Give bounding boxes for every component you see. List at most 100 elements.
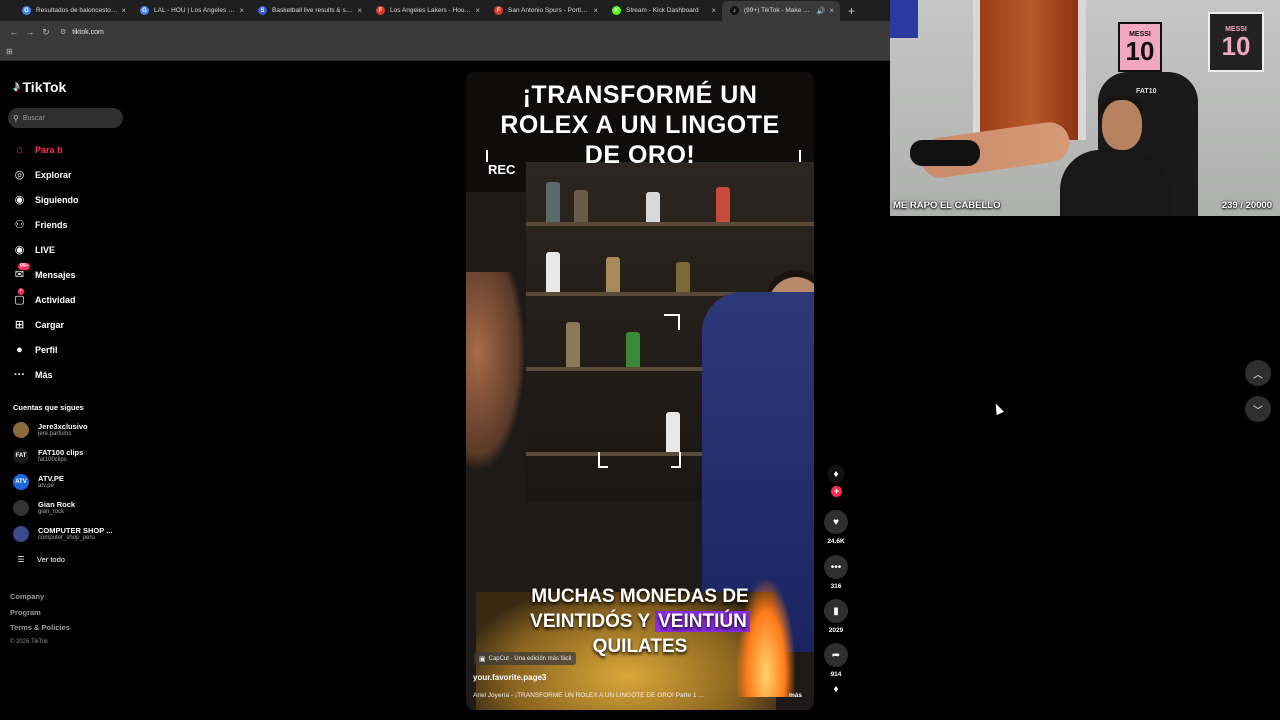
tab-title: Resultados de baloncesto en vivo [36, 7, 117, 14]
see-all-button[interactable]: ☰ Ver todo [0, 547, 135, 571]
sidebar-item-explorar[interactable]: ◎ Explorar [0, 162, 135, 187]
browser-tab[interactable]: G Resultados de baloncesto en vivo × [14, 1, 132, 21]
caption-line: VEINTIDÓS Y VEINTIÚN [466, 609, 814, 634]
account-name: ATV.PE [38, 474, 64, 483]
share-icon: ➦ [824, 643, 848, 667]
comment-count: 316 [830, 583, 842, 590]
close-tab-icon[interactable]: × [711, 6, 716, 15]
webcam-overlay: MESSI 10 MESSI 10 FAT10 ME RAPO EL CABEL… [890, 0, 1280, 216]
more-icon: ··· [12, 367, 27, 382]
capcut-tag[interactable]: ▣ CapCut · Una edición más fácil [474, 652, 577, 665]
avatar: ATV [13, 474, 29, 490]
following-account[interactable]: COMPUTER SHOP ... computer_shop_peru [0, 521, 135, 547]
account-handle: computer_shop_peru [38, 535, 95, 541]
like-button[interactable]: ♥ 24.6K [822, 510, 850, 545]
sidebar-item-mensajes[interactable]: ✉ 99+ Mensajes [0, 262, 135, 287]
webcam-poster-left [890, 0, 918, 38]
reload-icon[interactable]: ↻ [38, 27, 54, 38]
sidebar-item-perfil[interactable]: ● Perfil [0, 337, 135, 362]
browser-tab[interactable]: F Los Angeles Lakers - Houston R × [368, 1, 486, 21]
more-link[interactable]: más [789, 692, 802, 699]
shelf-item [626, 332, 640, 367]
save-button[interactable]: ▮ 2029 [822, 599, 850, 634]
video-title-line: ROLEX A UN LINGOTE [500, 111, 780, 139]
site-info-icon[interactable]: ⚙ [60, 28, 66, 36]
search-box: ⚲ [8, 108, 123, 128]
sidebar-item-m-s[interactable]: ··· Más [0, 362, 135, 387]
close-tab-icon[interactable]: × [357, 6, 362, 15]
following-account[interactable]: Gian Rock gian_rock [0, 495, 135, 521]
video-caption-overlay: MUCHAS MONEDAS DE VEINTIDÓS Y VEINTIÚN Q… [466, 584, 814, 659]
sound-disc-button[interactable]: ♦ [822, 684, 850, 695]
sidebar-item-label: LIVE [35, 244, 56, 255]
activity-icon: ▢ • [12, 288, 27, 307]
shelf-item [676, 262, 690, 292]
sidebar-item-label: Friends [35, 219, 68, 230]
following-account[interactable]: FAT FAT100 clips fat100clips [0, 443, 135, 469]
sidebar-item-live[interactable]: ◉ LIVE [0, 237, 135, 262]
shelf-item [646, 192, 660, 222]
shelf-item [666, 412, 680, 452]
video-title-line: ¡TRANSFORMÉ UN [522, 81, 758, 109]
following-account[interactable]: Jere3xclusivo jere.parfums [0, 417, 135, 443]
sidebar-item-siguiendo[interactable]: ◉ Siguiendo [0, 187, 135, 212]
browser-tab[interactable]: F San Antonio Spurs - Portland T × [486, 1, 604, 21]
close-tab-icon[interactable]: × [239, 6, 244, 15]
avatar: FAT [13, 448, 29, 464]
creator-avatar-button[interactable]: ♦ + [822, 462, 850, 502]
shelf-item [546, 252, 560, 292]
tab-title: (99+) TikTok - Make Your Day [744, 7, 813, 14]
kick-icon: K [612, 6, 621, 15]
following-account[interactable]: ATV ATV.PE atv.pe [0, 469, 135, 495]
account-name: Jere3xclusivo [38, 422, 88, 431]
close-tab-icon[interactable]: × [829, 6, 834, 15]
close-tab-icon[interactable]: × [121, 6, 126, 15]
tab-audio-icon[interactable]: 🔊 [817, 7, 826, 15]
back-icon[interactable]: ← [6, 27, 22, 37]
footer-link-terms[interactable]: Terms & Policies [10, 623, 70, 639]
chevron-up-icon: ︿ [1253, 369, 1263, 381]
footer-link-company[interactable]: Company [10, 592, 70, 608]
previous-video-button[interactable]: ︿ [1245, 360, 1271, 386]
microphone [910, 140, 980, 166]
sidebar-item-friends[interactable]: ⚇ Friends [0, 212, 135, 237]
follow-plus-icon[interactable]: + [831, 486, 842, 497]
next-video-button[interactable]: ﹀ [1245, 396, 1271, 422]
tiktok-sidebar: ♪ TikTok ⚲ ⌂ Para ti ◎ Explorar ◉ Siguiendo ⚇ F… [0, 62, 135, 720]
messages-icon: ✉ 99+ [12, 263, 31, 282]
sidebar-item-actividad[interactable]: ▢ • Actividad [0, 287, 135, 312]
browser-tab-bar: G Resultados de baloncesto en vivo × G LAL -… [0, 0, 890, 21]
messi-poster: MESSI 10 [1118, 22, 1162, 72]
sidebar-item-label: Cargar [35, 319, 65, 330]
close-tab-icon[interactable]: × [593, 6, 598, 15]
browser-tab[interactable]: G LAL - HOU | Los Angeles Lakers× [132, 1, 250, 21]
poster-number: 10 [1221, 30, 1251, 61]
browser-tab[interactable]: ♪ (99+) TikTok - Make Your Day 🔊× [722, 0, 840, 21]
video-player[interactable]: REC ¡TRANSFORMÉ UN ROLEX A UN LINGOTE DE… [466, 72, 814, 710]
list-icon: ☰ [17, 554, 25, 564]
share-button[interactable]: ➦ 914 [822, 643, 850, 678]
tiktok-logo[interactable]: ♪ TikTok [13, 78, 66, 95]
account-handle: fat100clips [38, 457, 67, 463]
browser-tab[interactable]: S Basketball live results & schedule × [250, 1, 368, 21]
sidebar-item-cargar[interactable]: ⊞ Cargar [0, 312, 135, 337]
notification-badge: 99+ [18, 263, 31, 270]
url-field[interactable]: ⚙ tiktok.com [60, 28, 104, 37]
save-count: 2029 [828, 627, 844, 634]
video-author[interactable]: your.favorite.page3 [473, 673, 546, 682]
apps-grid-icon[interactable]: ⊞ [6, 47, 13, 56]
forward-icon[interactable]: → [22, 27, 38, 37]
tiktok-icon: ♪ [730, 6, 739, 15]
comment-button[interactable]: ••• 316 [822, 555, 850, 590]
search-input[interactable] [22, 114, 113, 122]
flashscore-icon: F [376, 6, 385, 15]
new-tab-button[interactable]: + [848, 4, 855, 18]
browser-tab[interactable]: K Stream - Kick Dashboard × [604, 1, 722, 21]
footer-link-program[interactable]: Program [10, 608, 70, 624]
sidebar-item-para-ti[interactable]: ⌂ Para ti [0, 137, 135, 162]
streamer-head [1102, 100, 1142, 150]
close-tab-icon[interactable]: × [475, 6, 480, 15]
nav-glyph: ⌂ [16, 143, 23, 156]
creator-avatar-icon: ♦ [827, 465, 845, 483]
heart-icon: ♥ [824, 510, 848, 534]
